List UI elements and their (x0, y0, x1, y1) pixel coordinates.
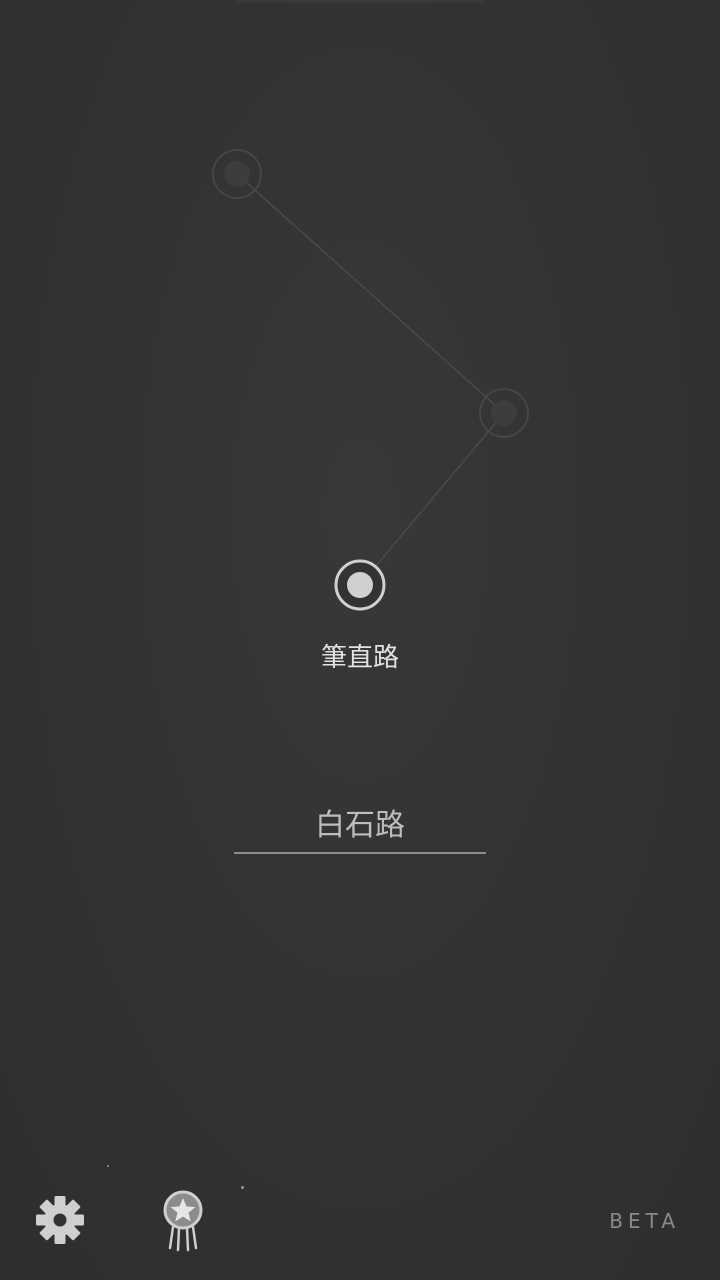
station-answer-input[interactable] (234, 798, 486, 854)
route-node-visited (479, 388, 529, 438)
route-path-segment (236, 173, 505, 414)
route-path-segment (359, 412, 505, 586)
gear-icon (36, 1196, 84, 1244)
route-node-current (334, 559, 386, 611)
dust-speck (107, 1165, 109, 1167)
route-node-visited (212, 149, 262, 199)
current-station-label: 筆直路 (320, 643, 399, 673)
achievements-button[interactable] (158, 1188, 208, 1252)
settings-button[interactable] (34, 1194, 86, 1246)
beta-badge: BETA (609, 1209, 680, 1233)
medal-star-icon (163, 1190, 203, 1252)
dust-speck (241, 1186, 244, 1189)
